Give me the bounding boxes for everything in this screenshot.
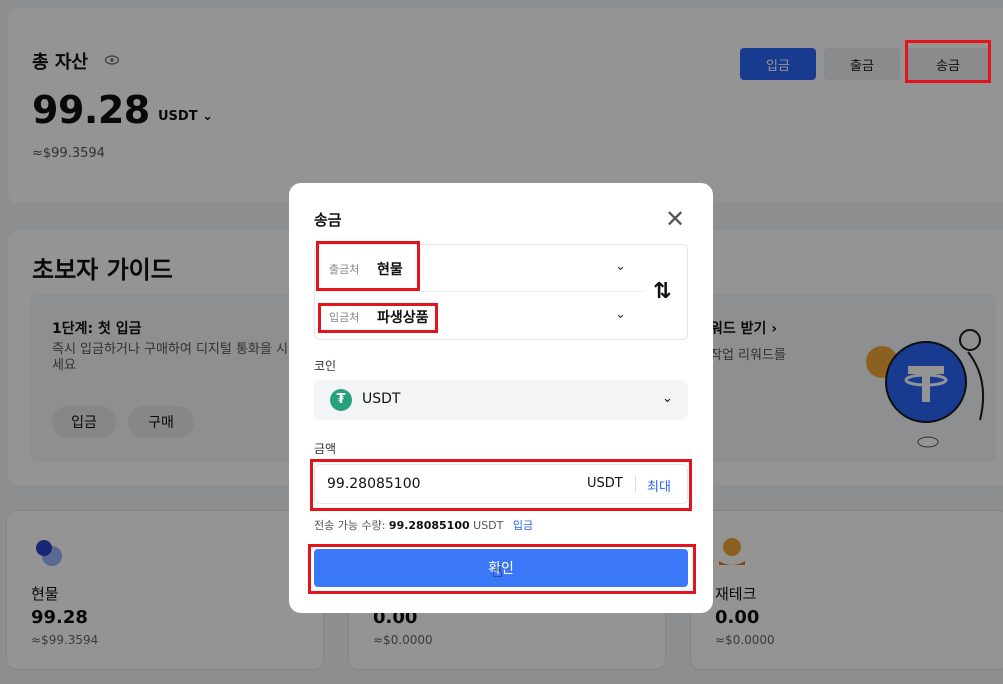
swap-icon[interactable]: ⇅ <box>653 279 671 304</box>
tether-icon: ₮ <box>330 389 352 411</box>
coin-label: 코인 <box>314 359 337 373</box>
transfer-modal: 송금 ✕ 출금처 현물 ⌄ 입금처 파생상품 ⌄ ⇅ 코인 ₮ USDT ⌄ 금… <box>289 183 713 613</box>
modal-title: 송금 <box>314 211 342 229</box>
highlight-to <box>318 303 438 333</box>
highlight-confirm <box>308 544 696 594</box>
coin-name: USDT <box>362 391 401 407</box>
available-unit: USDT <box>473 519 504 532</box>
available-amount: 전송 가능 수량: 99.28085100 USDT 입금 <box>314 517 533 533</box>
coin-select[interactable]: ₮ USDT ⌄ <box>314 380 688 420</box>
deposit-link[interactable]: 입금 <box>513 519 533 532</box>
highlight-from <box>316 241 420 291</box>
available-value: 99.28085100 <box>388 519 470 532</box>
highlight-transfer-button <box>905 40 991 83</box>
highlight-amount <box>310 459 692 511</box>
chevron-down-icon: ⌄ <box>662 391 673 406</box>
chevron-down-icon: ⌄ <box>615 259 626 274</box>
amount-label: 금액 <box>314 442 337 456</box>
available-prefix: 전송 가능 수량: <box>314 519 386 532</box>
close-icon[interactable]: ✕ <box>663 207 687 231</box>
chevron-down-icon: ⌄ <box>615 307 626 322</box>
